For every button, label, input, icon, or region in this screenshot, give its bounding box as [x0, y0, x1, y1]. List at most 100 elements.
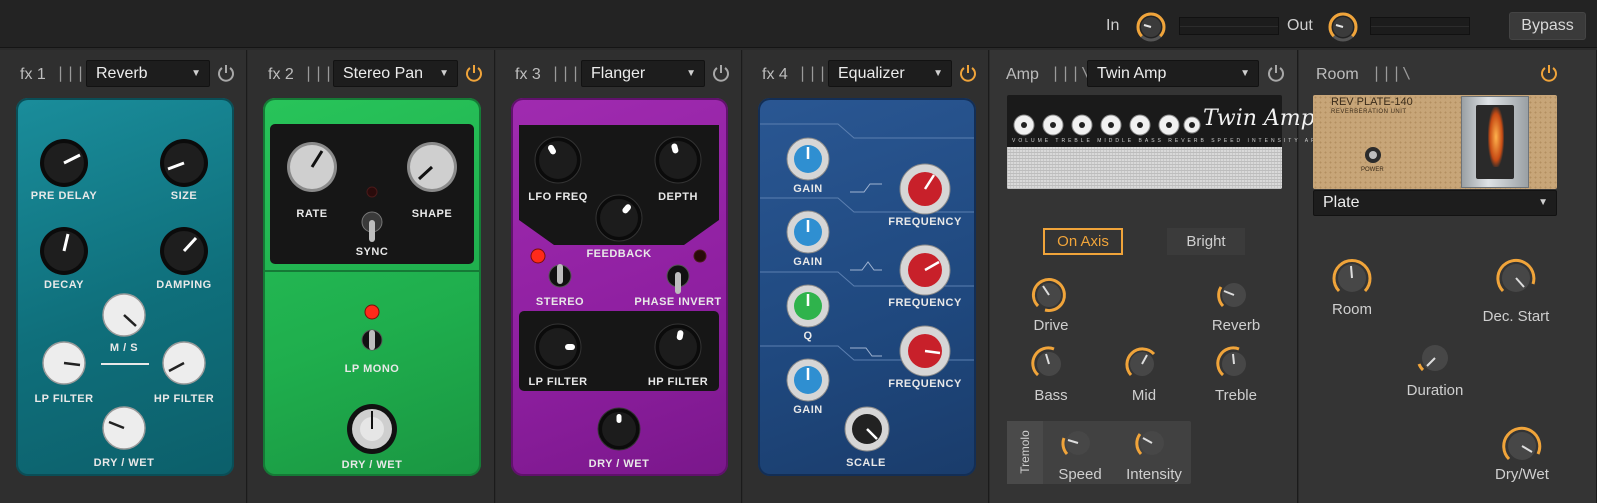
- bright-toggle[interactable]: Bright: [1167, 228, 1245, 255]
- flanger-hp-filter-knob[interactable]: [653, 322, 703, 372]
- pedal-seam: [263, 270, 481, 272]
- duration-knob[interactable]: [1414, 337, 1456, 379]
- input-gain-knob[interactable]: [1134, 10, 1168, 44]
- rate-label: RATE: [296, 208, 328, 220]
- power-icon[interactable]: [216, 63, 236, 83]
- lfo-freq-knob[interactable]: [533, 135, 583, 185]
- phase-invert-label: PHASE INVERT: [634, 296, 722, 308]
- tremolo-speed-knob[interactable]: [1059, 424, 1097, 462]
- mid-label: Mid: [1131, 387, 1157, 404]
- amp-reverb-knob[interactable]: [1215, 276, 1253, 314]
- lp-mono-toggle-switch[interactable]: [360, 326, 384, 360]
- room-slot-drag-handle[interactable]: |||\: [1372, 64, 1412, 82]
- amp-brand-logo: Twin Amp: [1203, 106, 1315, 131]
- eq-q-knob[interactable]: [785, 283, 831, 329]
- stereo-toggle-switch[interactable]: [548, 262, 572, 296]
- eq-frequency-3-knob[interactable]: [898, 324, 952, 378]
- flanger-lp-filter-knob[interactable]: [533, 322, 583, 372]
- room-dry-wet-knob[interactable]: [1500, 424, 1544, 468]
- lfo-freq-label: LFO FREQ: [528, 191, 588, 203]
- fx-slot-1-label: fx 1: [20, 66, 46, 83]
- depth-label: DEPTH: [658, 191, 698, 203]
- power-icon[interactable]: [1266, 63, 1286, 83]
- output-level-meter: [1370, 17, 1470, 35]
- damping-knob[interactable]: [158, 225, 210, 277]
- amp-faceplate-knobs: [1013, 114, 1201, 136]
- fx-slot-4-preset-select[interactable]: Equalizer ▼: [828, 60, 952, 87]
- fx-slot-3-preset-value: Flanger: [591, 65, 646, 82]
- eq-frequency-1-label: FREQUENCY: [888, 216, 962, 228]
- lp-mono-label: LP MONO: [344, 363, 400, 375]
- chevron-down-icon: ▼: [686, 68, 696, 79]
- drive-label: Drive: [1033, 317, 1069, 334]
- ms-knob[interactable]: [101, 292, 147, 338]
- amp-slot-label: Amp: [1006, 66, 1039, 83]
- bass-knob[interactable]: [1030, 345, 1068, 383]
- fx-slot-3-preset-select[interactable]: Flanger ▼: [581, 60, 705, 87]
- power-icon[interactable]: [711, 63, 731, 83]
- sync-toggle-switch[interactable]: [360, 210, 384, 244]
- plate-unit-subtitle: REVERBERATION UNIT: [1331, 109, 1407, 115]
- duration-label: Duration: [1406, 382, 1464, 399]
- drive-knob[interactable]: [1030, 276, 1068, 314]
- shape-knob[interactable]: [405, 140, 459, 194]
- eq-gain-1-knob[interactable]: [785, 136, 831, 182]
- feedback-label: FEEDBACK: [586, 248, 652, 260]
- amp-model-select[interactable]: Twin Amp ▼: [1087, 60, 1259, 87]
- rate-knob[interactable]: [285, 140, 339, 194]
- stereo-pan-dry-wet-knob[interactable]: [345, 402, 399, 456]
- tremolo-intensity-knob[interactable]: [1133, 424, 1171, 462]
- flanger-dry-wet-knob[interactable]: [596, 406, 642, 452]
- flanger-lp-filter-label: LP FILTER: [528, 376, 588, 388]
- plate-tube-window: [1461, 96, 1529, 188]
- pre-delay-label: PRE DELAY: [30, 190, 98, 202]
- room-type-select[interactable]: Plate ▼: [1313, 190, 1557, 216]
- power-icon[interactable]: [1539, 63, 1559, 83]
- stereo-label: STEREO: [535, 296, 585, 308]
- ms-label: M / S: [109, 342, 139, 354]
- dec-start-knob[interactable]: [1494, 256, 1538, 300]
- input-label: In: [1106, 17, 1120, 34]
- eq-gain-3-knob[interactable]: [785, 357, 831, 403]
- room-slot-label: Room: [1316, 66, 1359, 83]
- output-label: Out: [1287, 17, 1313, 34]
- eq-frequency-1-knob[interactable]: [898, 162, 952, 216]
- flanger-hp-filter-label: HP FILTER: [647, 376, 709, 388]
- output-gain-knob[interactable]: [1326, 10, 1360, 44]
- fx-slot-2-preset-select[interactable]: Stereo Pan ▼: [333, 60, 458, 87]
- amp-slot-drag-handle[interactable]: |||\: [1051, 64, 1091, 82]
- lp-filter-knob[interactable]: [41, 340, 87, 386]
- amp-speaker-grille: [1007, 147, 1282, 189]
- fx-slot-2-preset-value: Stereo Pan: [343, 65, 424, 82]
- mid-knob[interactable]: [1123, 345, 1161, 383]
- stereo-pan-dry-wet-label: DRY / WET: [341, 459, 403, 471]
- hp-filter-knob[interactable]: [161, 340, 207, 386]
- room-dry-wet-label: Dry/Wet: [1495, 466, 1549, 483]
- reverb-dry-wet-knob[interactable]: [101, 405, 147, 451]
- phase-invert-toggle-switch[interactable]: [666, 262, 690, 296]
- bypass-button[interactable]: Bypass: [1509, 12, 1586, 40]
- room-label: Room: [1331, 301, 1373, 318]
- fx-slot-3-label: fx 3: [515, 66, 541, 83]
- lp-filter-label: LP FILTER: [34, 393, 94, 405]
- decay-knob[interactable]: [38, 225, 90, 277]
- power-icon[interactable]: [958, 63, 978, 83]
- treble-knob[interactable]: [1215, 345, 1253, 383]
- fx-slot-4-preset-value: Equalizer: [838, 65, 905, 82]
- eq-scale-knob[interactable]: [843, 405, 891, 453]
- room-knob[interactable]: [1330, 256, 1374, 300]
- fx-slot-1-preset-value: Reverb: [96, 65, 148, 82]
- on-axis-toggle[interactable]: On Axis: [1043, 228, 1123, 255]
- pre-delay-knob[interactable]: [38, 137, 90, 189]
- fx-slot-2-label: fx 2: [268, 66, 294, 83]
- eq-gain-1-label: GAIN: [793, 183, 823, 195]
- plate-power-switch-icon: [1365, 147, 1381, 163]
- damping-label: DAMPING: [156, 279, 212, 291]
- eq-frequency-2-knob[interactable]: [898, 243, 952, 297]
- fx-slot-1-preset-select[interactable]: Reverb ▼: [86, 60, 210, 87]
- depth-knob[interactable]: [653, 135, 703, 185]
- size-knob[interactable]: [158, 137, 210, 189]
- feedback-knob[interactable]: [594, 193, 644, 243]
- eq-gain-2-knob[interactable]: [785, 209, 831, 255]
- power-icon[interactable]: [464, 63, 484, 83]
